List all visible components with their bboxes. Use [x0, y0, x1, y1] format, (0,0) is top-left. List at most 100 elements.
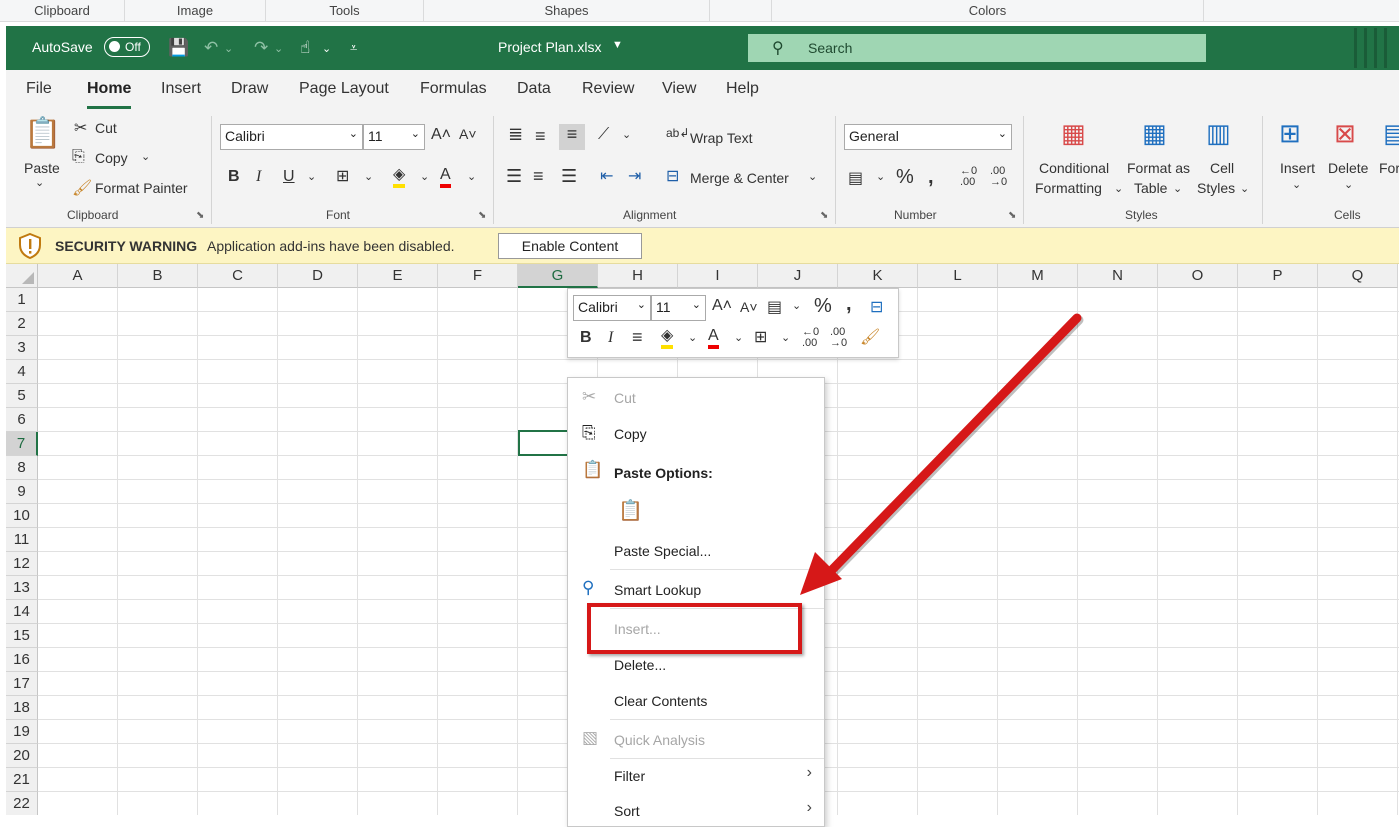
percent-icon[interactable]: % [896, 166, 914, 189]
row-header[interactable]: 8 [6, 456, 38, 480]
menu-item-cut[interactable]: Cut [614, 390, 636, 406]
merge-dropdown-icon[interactable]: ⌄ [808, 170, 817, 183]
shrink-font-icon[interactable]: A˅ [740, 299, 758, 315]
number-format-box[interactable]: General ⌄ [844, 124, 1012, 150]
chevron-down-icon[interactable]: ⌄ [1173, 182, 1182, 195]
format-as-table-label-2[interactable]: Table [1134, 180, 1167, 196]
borders-icon[interactable]: ⊞ [754, 327, 767, 347]
column-header[interactable]: L [918, 264, 998, 288]
bold-icon[interactable]: B [228, 168, 240, 186]
mini-font-name-box[interactable]: Calibri ⌄ [573, 295, 651, 321]
insert-cells-button[interactable]: Insert [1280, 160, 1315, 176]
column-header[interactable]: P [1238, 264, 1318, 288]
tab-help[interactable]: Help [726, 80, 759, 98]
row-header[interactable]: 13 [6, 576, 38, 600]
middle-align-icon[interactable]: ≡ [535, 126, 546, 147]
font-color-dropdown-icon[interactable]: ⌄ [734, 331, 743, 344]
bold-icon[interactable]: B [580, 329, 592, 347]
row-header[interactable]: 16 [6, 648, 38, 672]
grow-font-icon[interactable]: A˄ [431, 126, 451, 144]
underline-icon[interactable]: U [283, 168, 295, 186]
undo-icon[interactable]: ↶ [204, 38, 218, 58]
save-icon[interactable]: 💾 [168, 38, 189, 58]
row-header[interactable]: 5 [6, 384, 38, 408]
row-header[interactable]: 9 [6, 480, 38, 504]
row-header[interactable]: 10 [6, 504, 38, 528]
column-header[interactable]: B [118, 264, 198, 288]
tab-draw[interactable]: Draw [231, 80, 268, 98]
row-header[interactable]: 19 [6, 720, 38, 744]
font-color-icon[interactable]: A [440, 166, 451, 188]
row-header[interactable]: 2 [6, 312, 38, 336]
row-header[interactable]: 11 [6, 528, 38, 552]
increase-decimal-icon[interactable]: ←0.00 [960, 166, 977, 188]
menu-item-copy[interactable]: Copy [614, 426, 647, 442]
row-header[interactable]: 15 [6, 624, 38, 648]
align-center-icon[interactable]: ≡ [533, 166, 544, 187]
wrap-text-button[interactable]: Wrap Text [690, 130, 753, 146]
column-header[interactable]: M [998, 264, 1078, 288]
row-header[interactable]: 12 [6, 552, 38, 576]
column-header[interactable]: Q [1318, 264, 1398, 288]
column-header[interactable]: O [1158, 264, 1238, 288]
row-header[interactable]: 6 [6, 408, 38, 432]
decrease-decimal-icon[interactable]: .00 →0 [830, 327, 847, 349]
accounting-format-icon[interactable]: ▤ [767, 297, 782, 317]
accounting-dropdown-icon[interactable]: ⌄ [792, 299, 801, 312]
touch-mode-icon[interactable]: ☝ [300, 38, 310, 58]
grow-font-icon[interactable]: A˄ [712, 297, 732, 315]
column-header[interactable]: D [278, 264, 358, 288]
menu-item-quick-analysis[interactable]: Quick Analysis [614, 732, 705, 748]
accounting-dropdown-icon[interactable]: ⌄ [876, 170, 885, 183]
paste-icon[interactable]: 📋 [618, 498, 643, 523]
mini-font-size-box[interactable]: 11 ⌄ [651, 295, 706, 321]
font-launcher-icon[interactable]: ⬊ [478, 210, 486, 221]
format-painter-icon[interactable]: 🖌 [860, 327, 880, 347]
copy-dropdown-icon[interactable]: ⌄ [141, 150, 150, 163]
decrease-decimal-icon[interactable]: .00 →0 [990, 166, 1007, 188]
fill-color-icon[interactable]: ◈ [393, 166, 406, 188]
row-header[interactable]: 4 [6, 360, 38, 384]
format-as-table-label-1[interactable]: Format as [1127, 160, 1190, 176]
accounting-format-icon[interactable]: ▤ [848, 168, 863, 188]
italic-icon[interactable]: I [256, 168, 261, 186]
font-size-box[interactable]: 11 ⌄ [363, 124, 425, 150]
top-align-icon[interactable]: ≣ [508, 124, 523, 145]
tab-insert[interactable]: Insert [161, 80, 201, 98]
search-box[interactable]: ⚲ Search [748, 34, 1206, 62]
increase-decimal-icon[interactable]: ←0.00 [802, 327, 819, 349]
column-header[interactable]: H [598, 264, 678, 288]
paste-icon[interactable]: 📋 [24, 116, 61, 151]
number-launcher-icon[interactable]: ⬊ [1008, 210, 1016, 221]
format-painter-button[interactable]: Format Painter [95, 180, 188, 196]
fill-dropdown-icon[interactable]: ⌄ [688, 331, 697, 344]
menu-item-clear-contents[interactable]: Clear Contents [614, 693, 707, 709]
menu-item-delete[interactable]: Delete... [614, 657, 666, 673]
alignment-launcher-icon[interactable]: ⬊ [820, 210, 828, 221]
enable-content-button[interactable]: Enable Content [498, 233, 642, 259]
document-title[interactable]: Project Plan.xlsx [498, 39, 601, 55]
align-center-icon[interactable]: ≡ [632, 327, 643, 348]
merge-center-button[interactable]: Merge & Center [690, 170, 789, 186]
autosave-toggle[interactable]: Off [104, 37, 150, 57]
cell-styles-label-2[interactable]: Styles [1197, 180, 1235, 196]
chevron-down-icon[interactable]: ⌄ [1240, 182, 1249, 195]
underline-dropdown-icon[interactable]: ⌄ [307, 170, 316, 183]
row-header[interactable]: 20 [6, 744, 38, 768]
percent-icon[interactable]: % [814, 295, 832, 318]
chevron-down-icon[interactable]: ⌄ [1114, 182, 1123, 195]
row-header[interactable]: 17 [6, 672, 38, 696]
redo-dropdown-icon[interactable]: ⌄ [274, 42, 283, 55]
shrink-font-icon[interactable]: A˅ [459, 126, 477, 142]
menu-item-paste-special[interactable]: Paste Special... [614, 543, 711, 559]
increase-indent-icon[interactable]: ⇥ [628, 166, 641, 186]
cut-button[interactable]: Cut [95, 120, 117, 136]
font-name-box[interactable]: Calibri ⌄ [220, 124, 363, 150]
orientation-dropdown-icon[interactable]: ⌄ [622, 128, 631, 141]
cell-styles-label-1[interactable]: Cell [1210, 160, 1234, 176]
row-header[interactable]: 1 [6, 288, 38, 312]
column-header[interactable]: J [758, 264, 838, 288]
select-all-corner[interactable] [6, 264, 38, 288]
title-dropdown-icon[interactable]: ▼ [612, 39, 623, 51]
copy-button[interactable]: Copy [95, 150, 128, 166]
